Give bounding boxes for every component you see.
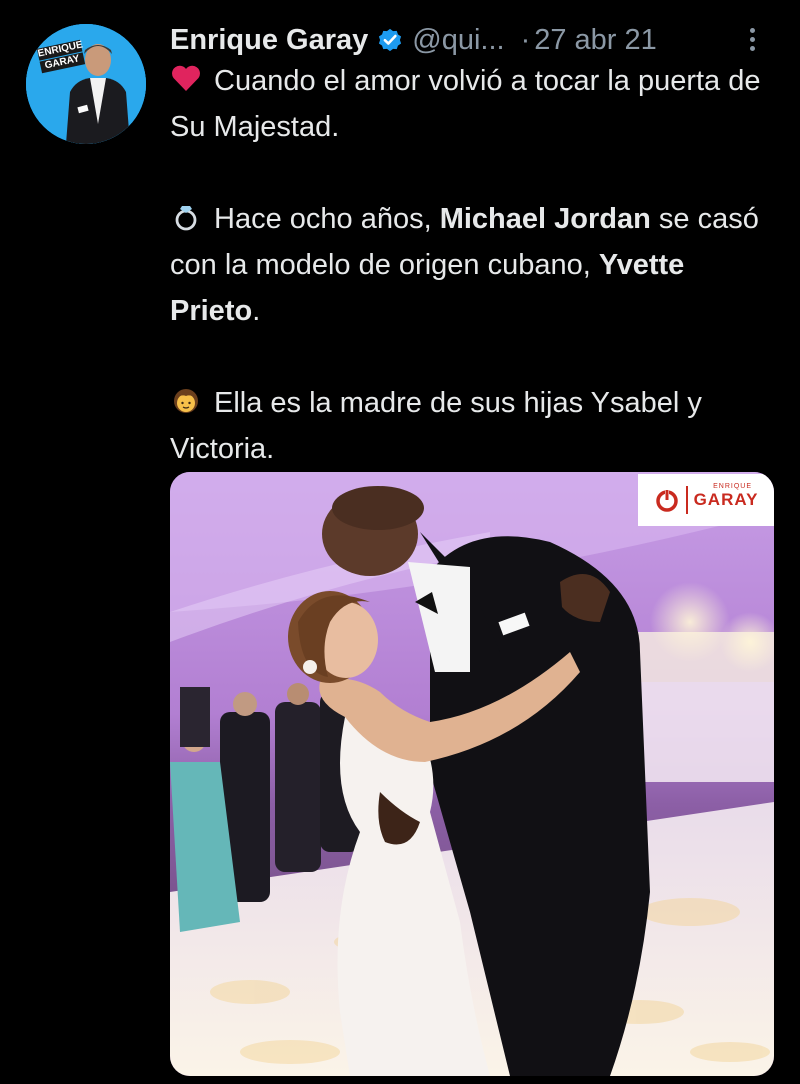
- ring-icon: [170, 200, 202, 232]
- date-separator: ·: [520, 24, 531, 56]
- verified-badge-icon: [376, 26, 404, 54]
- tweet-media-photo[interactable]: ENRIQUE GARAY: [170, 472, 774, 1076]
- watermark-divider: [685, 486, 688, 514]
- author-avatar[interactable]: ENRIQUE GARAY: [26, 24, 146, 144]
- tweet-date[interactable]: 27 abr 21: [534, 18, 657, 62]
- girl-icon: [170, 384, 202, 416]
- tweet-body: Cuando el amor volvió a tocar la puerta …: [170, 58, 782, 472]
- wedding-dance-photo: [170, 472, 774, 1076]
- author-handle[interactable]: @qui...: [412, 18, 504, 62]
- tweet-text-2a: Hace ocho años,: [214, 203, 440, 235]
- tweet-text-3: Ella es la madre de sus hijas Ysabel y V…: [170, 387, 702, 465]
- watermark-logo: ENRIQUE GARAY: [638, 474, 774, 526]
- power-icon: [654, 487, 680, 513]
- red-heart-icon: [170, 62, 202, 94]
- tweet-paragraph-1: Cuando el amor volvió a tocar la puerta …: [170, 58, 782, 150]
- tweet-text-2c: .: [252, 295, 261, 327]
- author-name[interactable]: Enrique Garay: [170, 18, 368, 62]
- watermark-small-text: ENRIQUE: [713, 483, 752, 490]
- tweet-text-1: Cuando el amor volvió a tocar la puerta …: [170, 65, 761, 143]
- tweet-header: Enrique Garay @qui... · 27 abr 21: [170, 18, 780, 62]
- tweet-paragraph-2: Hace ocho años, Michael Jordan se casó c…: [170, 196, 782, 334]
- tweet-paragraph-3: Ella es la madre de sus hijas Ysabel y V…: [170, 380, 782, 472]
- tweet-mention-michael-jordan: Michael Jordan: [439, 203, 651, 235]
- watermark-main-text: GARAY: [693, 490, 759, 509]
- more-options-icon[interactable]: [746, 24, 758, 56]
